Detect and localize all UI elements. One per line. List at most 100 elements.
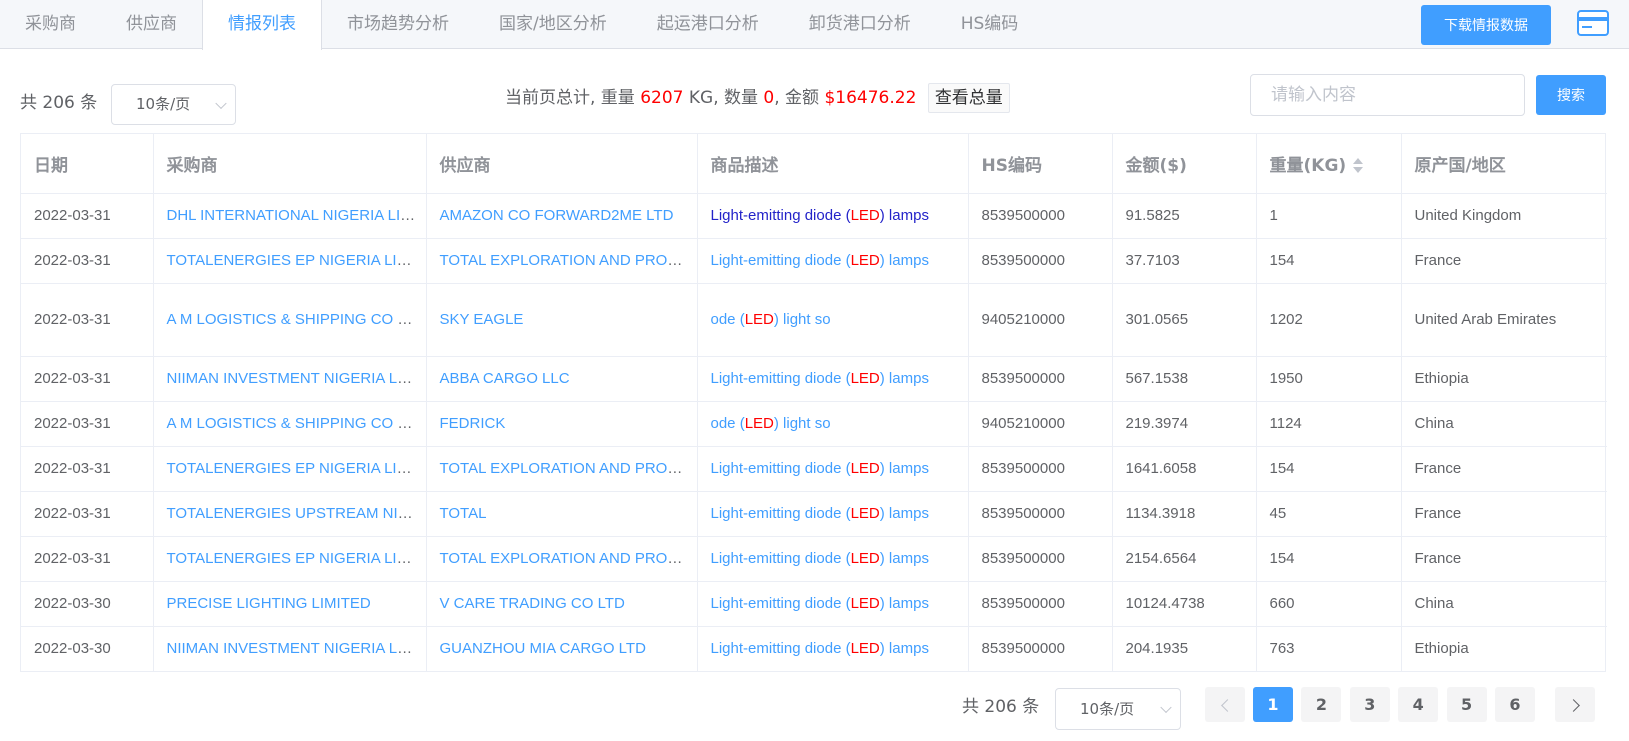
table-row[interactable]: 2022-03-31 TOTALENERGIES EP NIGERIA LIMIT… — [21, 238, 1607, 284]
table-row[interactable]: 2022-03-31 NIIMAN INVESTMENT NIGERIA LIMI… — [21, 356, 1607, 402]
table-row[interactable]: 2022-03-31 TOTALENERGIES EP NIGERIA LIMIT… — [21, 446, 1607, 492]
cell-weight: 1124 — [1256, 401, 1402, 447]
description-link[interactable]: Light-emitting diode (LED) lamps — [711, 550, 929, 567]
buyer-link[interactable]: NIIMAN INVESTMENT NIGERIA LIMITED — [167, 640, 426, 657]
supplier-link[interactable]: TOTAL EXPLORATION AND PRODUCTION — [440, 252, 697, 269]
cell-date: 2022-03-31 — [21, 283, 154, 357]
cell-date: 2022-03-31 — [21, 491, 154, 537]
total-count: 共 206 条 — [20, 93, 98, 113]
cell-amount: 1134.3918 — [1112, 491, 1257, 537]
description-link[interactable]: Light-emitting diode (LED) lamps — [711, 640, 929, 657]
tab-item[interactable]: 卸货港口分析 — [784, 0, 936, 49]
buyer-link[interactable]: A M LOGISTICS & SHIPPING CO LIMITED — [167, 415, 426, 432]
search-input[interactable] — [1250, 74, 1525, 116]
header-buyer[interactable]: 采购商 — [153, 134, 427, 194]
header-date[interactable]: 日期 — [21, 134, 154, 194]
page-number-button[interactable]: 3 — [1349, 687, 1390, 722]
tab-item[interactable]: HS编码 — [936, 0, 1044, 49]
buyer-link[interactable]: TOTALENERGIES EP NIGERIA LIMITED — [167, 550, 426, 567]
table-row[interactable]: 2022-03-31 TOTALENERGIES UPSTREAM NIGERIA… — [21, 491, 1607, 537]
cell-date: 2022-03-31 — [21, 356, 154, 402]
buyer-link[interactable]: TOTALENERGIES EP NIGERIA LIMITED — [167, 252, 426, 269]
description-text: ) light so — [773, 415, 831, 432]
tab-item[interactable]: 情报列表 — [202, 0, 322, 50]
table-header: 日期 采购商 供应商 商品描述 HS编码 金额($) 重量(KG) 原产国/地区 — [21, 134, 1607, 194]
supplier-link[interactable]: FEDRICK — [440, 415, 506, 432]
table-row[interactable]: 2022-03-31 A M LOGISTICS & SHIPPING CO LI… — [21, 401, 1607, 447]
description-link[interactable]: Light-emitting diode (LED) lamps — [711, 207, 929, 224]
description-link[interactable]: ode (LED) light so — [711, 311, 831, 328]
header-description[interactable]: 商品描述 — [697, 134, 969, 194]
header-amount[interactable]: 金额($) — [1112, 134, 1257, 194]
table-row[interactable]: 2022-03-31 DHL INTERNATIONAL NIGERIA LIMI… — [21, 193, 1607, 239]
prev-page-button[interactable] — [1205, 687, 1245, 722]
cell-supplier: TOTAL EXPLORATION AND PRODUCTION — [426, 446, 698, 492]
next-page-button[interactable] — [1555, 687, 1595, 722]
header-supplier[interactable]: 供应商 — [426, 134, 698, 194]
description-text: Light-emitting diode ( — [710, 252, 851, 269]
buyer-link[interactable]: DHL INTERNATIONAL NIGERIA LIMITED — [167, 207, 426, 224]
supplier-link[interactable]: ABBA CARGO LLC — [440, 370, 570, 387]
download-data-button[interactable]: 下载情报数据 — [1421, 5, 1551, 45]
tabs: 采购商 供应商 情报列表 市场趋势分析 国家/地区分析 起运港口分析 卸货港口分析 HS编码 — [0, 0, 1044, 50]
page-number-button[interactable]: 2 — [1301, 687, 1342, 722]
page-size-select[interactable]: 10条/页 — [111, 84, 236, 125]
description-link[interactable]: Light-emitting diode (LED) lamps — [711, 252, 929, 269]
cell-amount: 2154.6564 — [1112, 536, 1257, 582]
cell-amount: 1641.6058 — [1112, 446, 1257, 492]
tab-item[interactable]: 采购商 — [0, 0, 101, 49]
tab-item[interactable]: 起运港口分析 — [632, 0, 784, 49]
table-row[interactable]: 2022-03-31 TOTALENERGIES EP NIGERIA LIMIT… — [21, 536, 1607, 582]
buyer-link[interactable]: TOTALENERGIES EP NIGERIA LIMITED — [167, 460, 426, 477]
description-text: Light-emitting diode ( — [710, 370, 851, 387]
description-link[interactable]: Light-emitting diode (LED) lamps — [711, 505, 929, 522]
header-hs-code[interactable]: HS编码 — [968, 134, 1113, 194]
supplier-link[interactable]: V CARE TRADING CO LTD — [440, 595, 625, 612]
cell-supplier: SKY EAGLE — [426, 283, 698, 357]
description-link[interactable]: Light-emitting diode (LED) lamps — [711, 460, 929, 477]
supplier-link[interactable]: TOTAL EXPLORATION AND PRODUCTION — [440, 460, 697, 477]
supplier-link[interactable]: SKY EAGLE — [440, 311, 524, 328]
supplier-link[interactable]: TOTAL — [440, 505, 487, 522]
table-row[interactable]: 2022-03-30 PRECISE LIGHTING LIMITED V CARE… — [21, 581, 1607, 627]
page-number-button[interactable]: 1 — [1253, 687, 1293, 722]
cell-origin: France — [1401, 536, 1607, 582]
supplier-link[interactable]: AMAZON CO FORWARD2ME LTD — [440, 207, 674, 224]
description-link[interactable]: ode (LED) light so — [711, 415, 831, 432]
buyer-link[interactable]: NIIMAN INVESTMENT NIGERIA LIMITED — [167, 370, 426, 387]
search-button[interactable]: 搜索 — [1536, 75, 1606, 115]
buyer-link[interactable]: TOTALENERGIES UPSTREAM NIGERIA LIMITED — [167, 505, 426, 522]
view-total-button[interactable]: 查看总量 — [927, 83, 1010, 113]
tab-item[interactable]: 国家/地区分析 — [474, 0, 632, 49]
summary-weight: 6207 — [640, 88, 684, 108]
description-text: ) lamps — [879, 252, 929, 269]
description-text: ) lamps — [879, 370, 929, 387]
header-origin[interactable]: 原产国/地区 — [1401, 134, 1607, 194]
sort-icon[interactable] — [1352, 157, 1364, 175]
pagination-page-size-select[interactable]: 10条/页 — [1055, 688, 1181, 730]
cell-description: Light-emitting diode (LED) lamps — [697, 536, 969, 582]
page-number-button[interactable]: 4 — [1398, 687, 1439, 722]
cell-hs-code: 8539500000 — [968, 193, 1113, 239]
description-link[interactable]: Light-emitting diode (LED) lamps — [711, 595, 929, 612]
supplier-link[interactable]: GUANZHOU MIA CARGO LTD — [440, 640, 646, 657]
table-row[interactable]: 2022-03-30 NIIMAN INVESTMENT NIGERIA LIMI… — [21, 626, 1607, 671]
header-weight[interactable]: 重量(KG) — [1256, 134, 1402, 194]
buyer-link[interactable]: A M LOGISTICS & SHIPPING CO LIMITED — [167, 311, 426, 328]
cell-origin: United Arab Emirates — [1401, 283, 1607, 357]
cell-description: Light-emitting diode (LED) lamps — [697, 356, 969, 402]
cell-supplier: TOTAL — [426, 491, 698, 537]
cell-hs-code: 8539500000 — [968, 581, 1113, 627]
table-row[interactable]: 2022-03-31 A M LOGISTICS & SHIPPING CO LI… — [21, 283, 1607, 357]
tab-item[interactable]: 市场趋势分析 — [322, 0, 474, 49]
supplier-link[interactable]: TOTAL EXPLORATION AND PRODUCTION — [440, 550, 697, 567]
cell-weight: 660 — [1256, 581, 1402, 627]
tab-item[interactable]: 供应商 — [101, 0, 202, 49]
page-number-button[interactable]: 6 — [1495, 687, 1535, 722]
page-number-button[interactable]: 5 — [1446, 687, 1487, 722]
buyer-link[interactable]: PRECISE LIGHTING LIMITED — [167, 595, 371, 612]
description-highlight: LED — [850, 207, 880, 224]
description-link[interactable]: Light-emitting diode (LED) lamps — [711, 370, 929, 387]
card-icon[interactable] — [1577, 10, 1609, 36]
cell-weight: 154 — [1256, 238, 1402, 284]
